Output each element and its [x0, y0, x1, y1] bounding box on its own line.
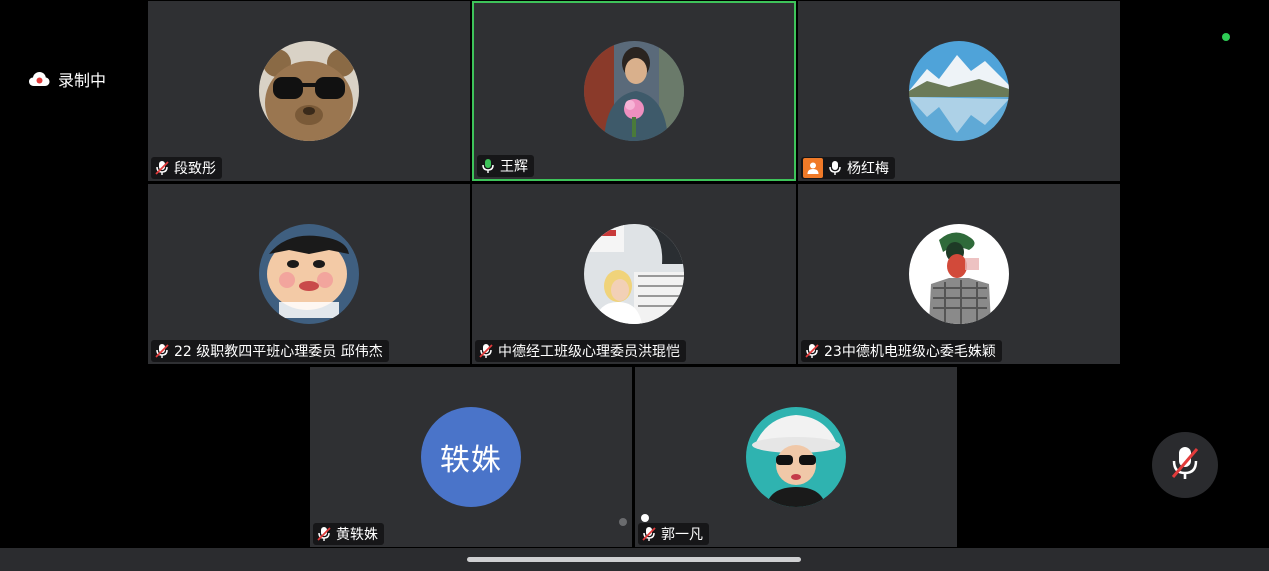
page-indicator[interactable]	[619, 514, 649, 526]
mic-muted-icon	[805, 343, 819, 359]
connection-status-dot	[1222, 33, 1230, 41]
page-dot-current[interactable]	[641, 514, 649, 522]
video-tile[interactable]: 郭一凡	[635, 367, 957, 547]
avatar	[584, 224, 684, 324]
mic-muted-icon	[317, 526, 331, 542]
video-tile[interactable]: 段致彤	[148, 1, 470, 181]
mic-muted-icon	[155, 343, 169, 359]
mic-muted-icon	[155, 160, 169, 176]
avatar	[746, 407, 846, 507]
mute-button[interactable]	[1152, 432, 1218, 498]
participant-name: 23中德机电班级心委毛姝颖	[824, 344, 996, 360]
avatar	[909, 41, 1009, 141]
participant-label: 王辉	[477, 155, 534, 177]
video-tile[interactable]: 23中德机电班级心委毛姝颖	[798, 184, 1120, 364]
mic-icon	[828, 160, 842, 176]
participant-label: 黄轶姝	[313, 523, 384, 545]
host-icon	[803, 158, 823, 178]
video-tile[interactable]: 中德经工班级心理委员洪琨恺	[472, 184, 796, 364]
avatar	[909, 224, 1009, 324]
video-tile-active-speaker[interactable]: 王辉	[472, 1, 796, 181]
avatar-initials: 轶姝	[421, 407, 521, 507]
video-tile[interactable]: 杨红梅	[798, 1, 1120, 181]
mic-active-icon	[481, 158, 495, 174]
mic-off-icon	[1170, 445, 1200, 485]
avatar	[259, 41, 359, 141]
participant-name: 黄轶姝	[336, 527, 378, 543]
participant-name: 杨红梅	[847, 161, 889, 177]
cloud-icon	[28, 71, 50, 87]
participant-label: 郭一凡	[638, 523, 709, 545]
participant-label: 杨红梅	[801, 157, 895, 179]
participant-name: 22 级职教四平班心理委员 邱伟杰	[174, 344, 383, 360]
recording-indicator: 录制中	[28, 68, 106, 90]
video-tile[interactable]: 22 级职教四平班心理委员 邱伟杰	[148, 184, 470, 364]
participant-label: 中德经工班级心理委员洪琨恺	[475, 340, 686, 362]
participant-label: 22 级职教四平班心理委员 邱伟杰	[151, 340, 389, 362]
participant-label: 23中德机电班级心委毛姝颖	[801, 340, 1002, 362]
avatar	[259, 224, 359, 324]
participant-name: 郭一凡	[661, 527, 703, 543]
recording-label: 录制中	[58, 71, 107, 90]
participant-label: 段致彤	[151, 157, 222, 179]
mic-muted-icon	[642, 526, 656, 542]
participant-name: 段致彤	[174, 161, 216, 177]
mic-muted-icon	[479, 343, 493, 359]
avatar	[584, 41, 684, 141]
video-tile[interactable]: 轶姝 黄轶姝	[310, 367, 632, 547]
participant-name: 中德经工班级心理委员洪琨恺	[498, 344, 680, 360]
home-indicator[interactable]	[467, 557, 801, 562]
page-dot[interactable]	[619, 518, 627, 526]
participant-name: 王辉	[500, 159, 528, 175]
